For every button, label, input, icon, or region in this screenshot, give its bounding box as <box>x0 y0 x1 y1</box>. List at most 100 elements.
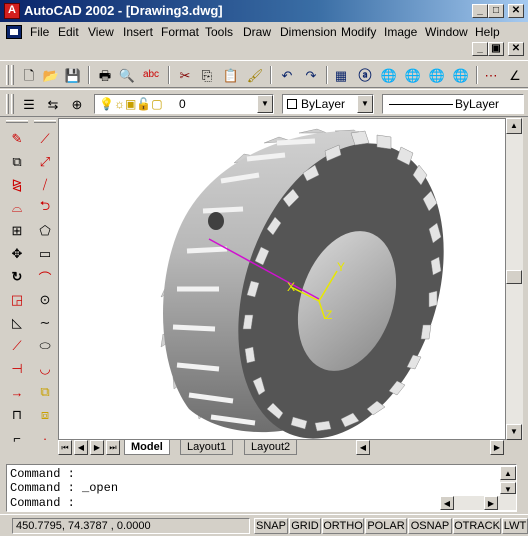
spell-check-icon[interactable]: abc <box>142 66 160 84</box>
close-button[interactable]: ✕ <box>508 4 524 18</box>
menu-view[interactable]: View <box>88 25 114 39</box>
chevron-down-icon[interactable]: ▼ <box>357 95 373 113</box>
last-tab-icon[interactable]: ⏭ <box>106 440 120 455</box>
toolbar-grip[interactable] <box>6 94 9 114</box>
menu-tools[interactable]: Tools <box>205 25 233 39</box>
line-icon[interactable]: ⟋ <box>32 128 58 150</box>
extend-icon[interactable]: → <box>4 381 30 403</box>
open-folder-icon[interactable]: 📂 <box>42 66 60 84</box>
hscroll-left-icon[interactable]: ◀ <box>356 440 370 455</box>
lengthen-icon[interactable]: ⟋ <box>4 335 30 357</box>
chamfer-icon[interactable]: ⌐ <box>4 427 30 449</box>
scroll-right-icon[interactable]: ▶ <box>484 496 498 510</box>
ucs-icon[interactable]: ∠ <box>506 66 524 84</box>
command-hscrollbar[interactable]: ◀ ▶ <box>440 496 500 510</box>
object-snap-icon[interactable]: ⋯ <box>482 66 500 84</box>
command-scrollbar[interactable]: ▲ ▼ <box>500 466 516 510</box>
trim-icon[interactable]: ⊣ <box>4 358 30 380</box>
menu-format[interactable]: Format <box>161 25 199 39</box>
menu-dimension[interactable]: Dimension <box>280 25 337 39</box>
prev-tab-icon[interactable]: ◀ <box>74 440 88 455</box>
menu-image[interactable]: Image <box>384 25 417 39</box>
layer-previous-icon[interactable]: ⇆ <box>44 95 62 113</box>
print-preview-icon[interactable]: 🔍 <box>118 66 136 84</box>
make-object-layer-current-icon[interactable]: ⊕ <box>68 95 86 113</box>
redo-icon[interactable]: ↷ <box>302 66 320 84</box>
doc-restore-button[interactable]: ▣ <box>488 42 504 56</box>
menu-file[interactable]: File <box>30 25 49 39</box>
web-icon[interactable]: 🌐 <box>428 66 446 84</box>
rectangle-icon[interactable]: ▭ <box>32 243 58 265</box>
grid-toggle[interactable]: GRID <box>289 518 321 534</box>
toolbar-grip[interactable] <box>6 120 28 123</box>
match-properties-brush-icon[interactable]: 🖌 <box>246 66 264 84</box>
polyline-icon[interactable]: ⧸ <box>32 174 58 196</box>
menu-help[interactable]: Help <box>475 25 500 39</box>
coordinate-display[interactable]: 450.7795, 74.3787 , 0.0000 <box>12 518 250 534</box>
array-icon[interactable]: ⊞ <box>4 220 30 242</box>
mirror-icon[interactable]: ⧎ <box>4 174 30 196</box>
print-icon[interactable]: 🖶 <box>96 66 114 84</box>
insert-block-icon[interactable]: ⧉ <box>32 381 58 403</box>
tab-model[interactable]: Model <box>124 440 170 455</box>
spline-icon[interactable]: ∼ <box>32 312 58 334</box>
construction-line-icon[interactable]: ⤢ <box>32 151 58 173</box>
scroll-up-icon[interactable]: ▲ <box>506 118 522 134</box>
color-dropdown[interactable]: ByLayer ▼ <box>282 94 374 114</box>
undo-icon[interactable]: ↶ <box>278 66 296 84</box>
polar-toggle[interactable]: POLAR <box>365 518 407 534</box>
scroll-up-icon[interactable]: ▲ <box>500 466 516 480</box>
scroll-left-icon[interactable]: ◀ <box>440 496 454 510</box>
next-tab-icon[interactable]: ▶ <box>90 440 104 455</box>
document-icon[interactable] <box>6 25 22 39</box>
hscroll-right-icon[interactable]: ▶ <box>490 440 504 455</box>
new-file-icon[interactable]: 🗋 <box>20 66 38 84</box>
web-icon[interactable]: 🌐 <box>452 66 470 84</box>
scroll-down-icon[interactable]: ▼ <box>500 482 516 494</box>
move-icon[interactable]: ✥ <box>4 243 30 265</box>
autocad-app-icon[interactable] <box>4 3 20 19</box>
scroll-thumb[interactable] <box>506 270 522 284</box>
toolbar-grip[interactable] <box>6 65 9 85</box>
scale-icon[interactable]: ◲ <box>4 289 30 311</box>
scroll-down-icon[interactable]: ▼ <box>506 424 522 440</box>
title-bar[interactable]: AutoCAD 2002 - [Drawing3.dwg] _ □ ✕ <box>0 0 528 22</box>
lwt-toggle[interactable]: LWT <box>502 518 528 534</box>
toolbar-grip[interactable] <box>11 65 14 85</box>
toolbar-grip[interactable] <box>34 120 56 123</box>
tab-layout1[interactable]: Layout1 <box>180 440 234 455</box>
tab-layout2[interactable]: Layout2 <box>244 440 298 455</box>
web-icon[interactable]: 🌐 <box>404 66 422 84</box>
linetype-dropdown[interactable]: ByLayer <box>382 94 524 114</box>
maximize-button[interactable]: □ <box>488 4 504 18</box>
cut-scissors-icon[interactable]: ✂ <box>176 66 194 84</box>
toolbar-grip[interactable] <box>11 94 14 114</box>
doc-minimize-button[interactable]: _ <box>472 42 488 56</box>
command-prompt[interactable]: Command : <box>10 496 75 510</box>
web-icon[interactable]: 🌐 <box>380 66 398 84</box>
snap-toggle[interactable]: SNAP <box>254 518 288 534</box>
layer-manager-icon[interactable]: ☰ <box>20 95 38 113</box>
otrack-toggle[interactable]: OTRACK <box>453 518 501 534</box>
menu-insert[interactable]: Insert <box>123 25 153 39</box>
minimize-button[interactable]: _ <box>472 4 488 18</box>
copy-icon[interactable]: ⎘ <box>198 66 216 84</box>
stretch-icon[interactable]: ◺ <box>4 312 30 334</box>
menu-window[interactable]: Window <box>425 25 468 39</box>
point-icon[interactable]: · <box>32 427 58 449</box>
offset-icon[interactable]: ⌓ <box>4 197 30 219</box>
chevron-down-icon[interactable]: ▼ <box>257 95 273 113</box>
vertical-scrollbar[interactable]: ▲ ▼ <box>506 118 523 440</box>
autodesk-point-a-icon[interactable]: ⓐ <box>356 66 374 84</box>
circle-icon[interactable]: ⊙ <box>32 289 58 311</box>
pentagon-icon[interactable]: ⬠ <box>32 220 58 242</box>
menu-edit[interactable]: Edit <box>58 25 79 39</box>
make-block-icon[interactable]: ⧈ <box>32 404 58 426</box>
copy-object-icon[interactable]: ⧉ <box>4 151 30 173</box>
save-disk-icon[interactable]: 💾 <box>64 66 82 84</box>
design-center-icon[interactable]: ▦ <box>332 66 350 84</box>
paste-icon[interactable]: 📋 <box>222 66 240 84</box>
first-tab-icon[interactable]: ⏮ <box>58 440 72 455</box>
arc-icon[interactable]: ⌒ <box>32 266 58 288</box>
layer-dropdown[interactable]: 💡☼▣🔓▢ 0 ▼ <box>94 94 274 114</box>
